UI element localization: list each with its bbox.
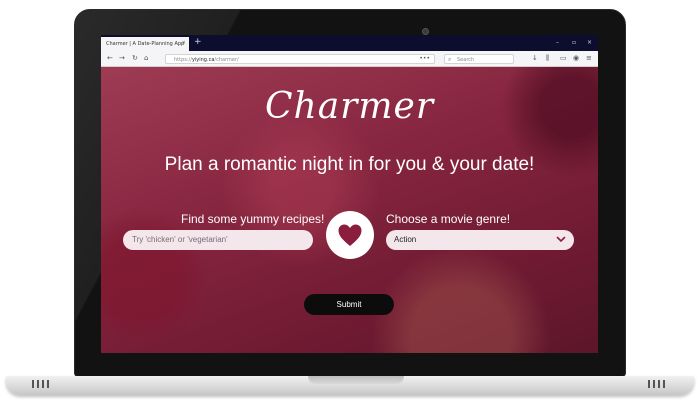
right-speaker-vent bbox=[648, 380, 670, 390]
minimize-icon[interactable]: – bbox=[556, 39, 559, 46]
back-icon[interactable]: ← bbox=[107, 55, 113, 62]
recipes-label: Find some yummy recipes! bbox=[181, 212, 325, 226]
maximize-icon[interactable]: ▫ bbox=[572, 39, 576, 46]
url-path: /charmer/ bbox=[214, 57, 239, 63]
charmer-logo: Charmer bbox=[264, 86, 435, 127]
account-icon[interactable]: ◉ bbox=[573, 55, 579, 62]
movie-genre-label: Choose a movie genre! bbox=[386, 212, 511, 226]
sidebar-icon[interactable]: ▭ bbox=[560, 55, 567, 62]
menu-icon[interactable]: ≡ bbox=[586, 55, 592, 62]
page-tagline: Plan a romantic night in for you & your … bbox=[164, 154, 535, 175]
heart-badge bbox=[326, 211, 374, 259]
downloads-icon[interactable]: ↓ bbox=[532, 55, 538, 62]
tab-close-icon[interactable]: × bbox=[182, 40, 186, 46]
address-bar[interactable]: https://yiying.ca/charmer/ ••• bbox=[165, 54, 435, 64]
tab-charmer[interactable]: Charmer | A Date-Planning App × bbox=[101, 37, 189, 51]
tab-bar: Charmer | A Date-Planning App × + – ▫ × bbox=[101, 35, 598, 51]
movie-genre-value: Action bbox=[394, 235, 417, 244]
lid-notch bbox=[308, 376, 404, 384]
search-icon: ⌕ bbox=[448, 56, 452, 63]
tab-title: Charmer | A Date-Planning App bbox=[106, 41, 185, 47]
navigation-toolbar: ← → ↻ ⌂ https://yiying.ca/charmer/ ••• ⌕… bbox=[101, 51, 598, 67]
movie-genre-select[interactable]: Action bbox=[386, 230, 574, 250]
webcam bbox=[422, 28, 429, 35]
browser-window: Charmer | A Date-Planning App × + – ▫ × … bbox=[101, 35, 598, 353]
url-host: yiying.ca bbox=[191, 57, 215, 63]
recipe-search-input[interactable]: Try 'chicken' or 'vegetarian' bbox=[123, 230, 313, 250]
laptop-base bbox=[6, 376, 694, 395]
left-speaker-vent bbox=[32, 380, 54, 390]
charmer-page: Charmer Plan a romantic night in for you… bbox=[101, 67, 598, 353]
library-icon[interactable]: ⫼ bbox=[546, 55, 549, 62]
close-window-icon[interactable]: × bbox=[587, 39, 592, 46]
page-actions-icon[interactable]: ••• bbox=[419, 55, 430, 62]
heart-icon bbox=[338, 224, 362, 246]
reload-icon[interactable]: ↻ bbox=[132, 55, 138, 62]
recipe-input-placeholder: Try 'chicken' or 'vegetarian' bbox=[132, 235, 228, 244]
search-placeholder: Search bbox=[457, 57, 475, 63]
submit-button[interactable]: Submit bbox=[304, 294, 394, 315]
url-prefix: https:// bbox=[174, 57, 192, 63]
chevron-down-icon bbox=[556, 236, 566, 242]
forward-icon[interactable]: → bbox=[119, 55, 125, 62]
new-tab-icon[interactable]: + bbox=[194, 37, 202, 47]
home-icon[interactable]: ⌂ bbox=[144, 55, 148, 62]
search-input[interactable]: ⌕ Search bbox=[444, 54, 514, 64]
